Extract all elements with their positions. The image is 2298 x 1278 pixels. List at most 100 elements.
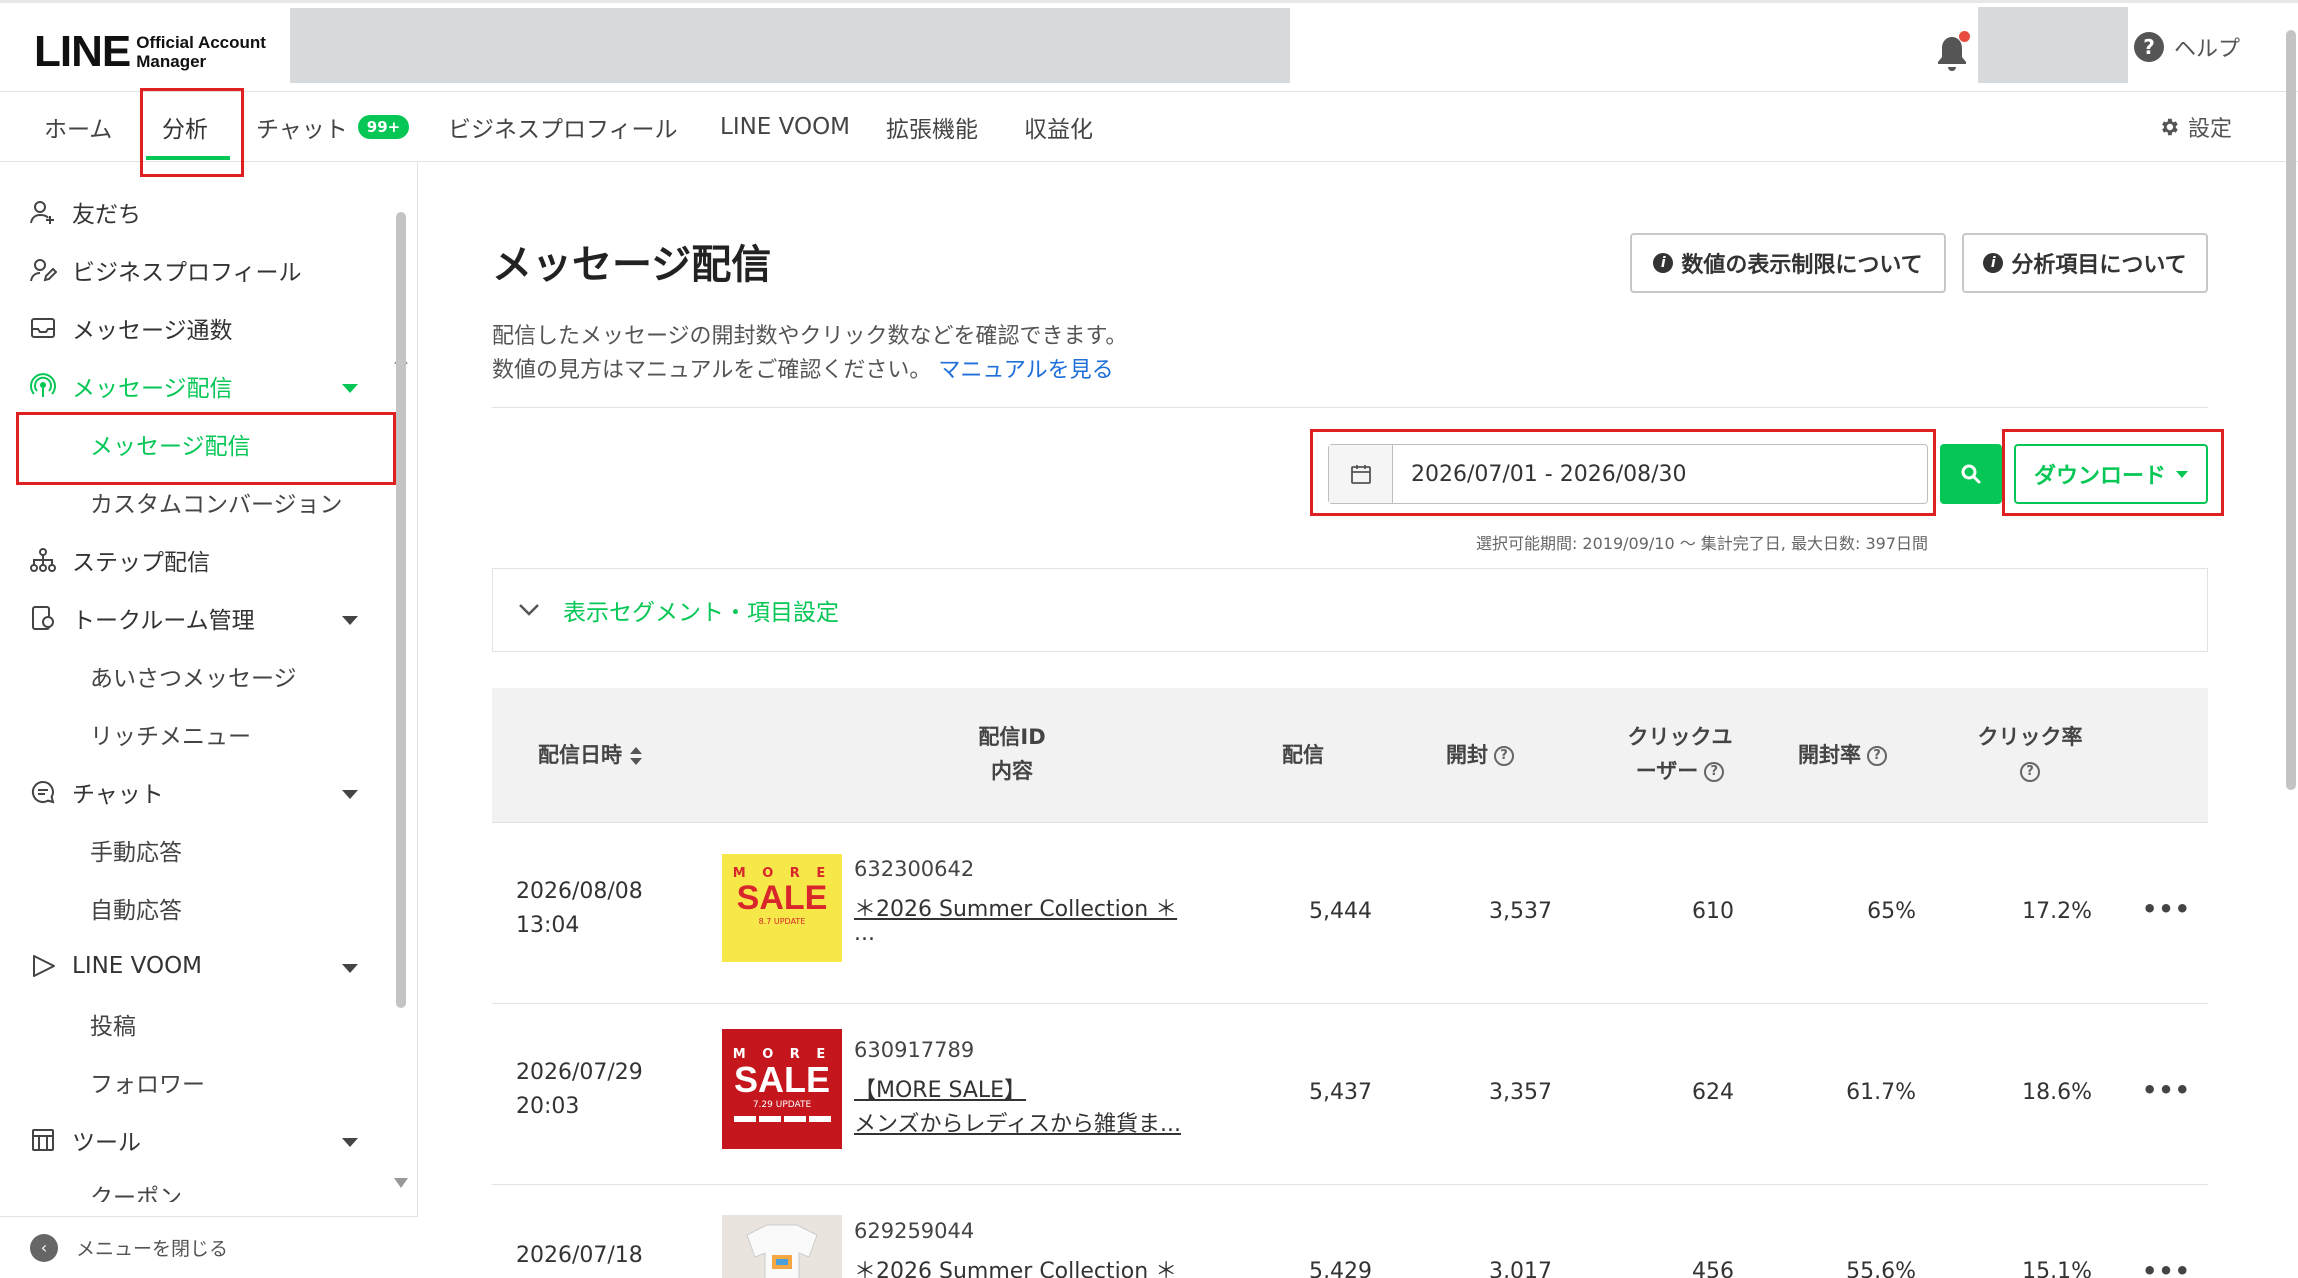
gear-icon [2162,118,2178,136]
inbox-icon [28,313,58,343]
manual-link[interactable]: マニュアルを見る [938,358,1113,383]
sidebar-subitem-greeting[interactable]: あいさつメッセージ [90,656,297,696]
account-selector[interactable] [290,8,1290,83]
close-menu-button[interactable]: ‹ メニューを閉じる [0,1216,418,1278]
chevron-down-icon[interactable] [342,1138,358,1147]
sidebar-item-step-delivery[interactable]: ステップ配信 [28,540,210,580]
search-icon [1961,464,1981,484]
row-time: 13:04 [516,913,580,938]
chat-icon [28,777,58,807]
table-row[interactable]: 2026/07/29 20:03 M O R E SALE 7.29 UPDAT… [492,1004,2208,1185]
row-opened: 3,357 [1489,1080,1552,1105]
row-click-rate: 17.2% [2022,899,2092,924]
message-title[interactable]: 【MORE SALE】 [854,1072,1026,1104]
help-circle-icon[interactable]: ? [1704,762,1725,782]
sidebar-item-friends[interactable]: 友だち [28,192,141,232]
message-id: 632300642 [854,857,975,881]
tab-chat[interactable]: チャット 99+ [256,92,410,162]
sidebar-subitem-coupon[interactable]: クーポン [90,1178,182,1202]
message-id: 629259044 [854,1219,975,1243]
main-nav: ホーム 分析 チャット 99+ ビジネスプロフィール LINE VOOM 拡張機… [0,92,2298,162]
row-date: 2026/07/29 [516,1060,643,1085]
tab-monetization[interactable]: 収益化 [1024,92,1093,162]
col-click-rate: クリック率 ? [1970,720,2090,788]
table-row[interactable]: 2026/07/18 629259044 ＊2026 Summer Collec… [492,1185,2208,1278]
sidebar-item-message-count[interactable]: メッセージ通数 [28,308,233,348]
row-sent: 5,437 [1309,1080,1372,1105]
logo-text: LINE [34,27,131,76]
sidebar-subitem-posts[interactable]: 投稿 [90,1004,136,1044]
row-open-rate: 65% [1867,899,1916,924]
help-circle-icon[interactable]: ? [2020,762,2040,782]
row-date: 2026/08/08 [516,879,643,904]
sort-icon[interactable] [630,746,642,766]
top-bar: LINE Official Account Manager ? ヘルプ [0,0,2298,92]
row-click-users: 624 [1692,1080,1734,1105]
message-title[interactable]: ＊2026 Summer Collection ＊ [854,891,1177,923]
tab-extensions[interactable]: 拡張機能 [886,92,978,162]
sidebar-scrollbar[interactable] [396,212,406,1008]
more-options-icon[interactable]: ••• [2142,895,2191,923]
sidebar-item-tools[interactable]: ツール [28,1120,141,1160]
chevron-down-icon [519,604,539,616]
table-row[interactable]: 2026/08/08 13:04 M O R E SALE 8.7 UPDATE… [492,823,2208,1004]
sidebar-subitem-manual-reply[interactable]: 手動応答 [90,830,182,870]
tab-business-profile[interactable]: ビジネスプロフィール [448,92,678,162]
voom-icon [28,951,58,981]
message-thumbnail[interactable]: M O R E SALE 8.7 UPDATE [722,854,842,962]
highlight-date-range [1310,429,1936,516]
help-circle-icon[interactable]: ? [1867,746,1887,766]
chevron-down-icon[interactable] [342,384,358,393]
message-title[interactable]: ＊2026 Summer Collection ＊ [854,1253,1177,1278]
sidebar-subitem-followers[interactable]: フォロワー [90,1062,205,1102]
page-scrollbar[interactable] [2286,30,2296,790]
col-id-content: 配信ID 内容 [978,725,1046,783]
sidebar-subitem-custom-conversion[interactable]: カスタムコンバージョン [90,482,343,522]
broadcast-icon [28,371,58,401]
chevron-down-icon[interactable] [342,616,358,625]
sidebar-scroll-down[interactable] [394,1178,408,1188]
close-menu-label: メニューを閉じる [76,1238,229,1260]
display-limit-button[interactable]: i 数値の表示制限について [1630,233,1946,293]
sidebar: 友だち ビジネスプロフィール メッセージ通数 メッセージ配信 メッセージ配信 カ… [0,162,418,1278]
sidebar-subitem-rich-menu[interactable]: リッチメニュー [90,714,251,754]
row-opened: 3,017 [1489,1259,1552,1278]
logo-subtext: Official Account Manager [136,33,266,71]
segment-settings-toggle[interactable]: 表示セグメント・項目設定 [492,568,2208,652]
sidebar-item-line-voom[interactable]: LINE VOOM [28,946,202,986]
help-circle-icon[interactable]: ? [1494,746,1514,766]
sidebar-subitem-auto-reply[interactable]: 自動応答 [90,888,182,928]
help-link[interactable]: ? ヘルプ [2134,31,2240,63]
user-profile-area[interactable] [1978,7,2128,83]
message-thumbnail[interactable] [722,1215,842,1278]
more-options-icon[interactable]: ••• [2142,1257,2191,1278]
settings-link[interactable]: 設定 [2158,92,2232,162]
row-click-rate: 18.6% [2022,1080,2092,1105]
line-oa-manager-logo[interactable]: LINE Official Account Manager [34,27,266,77]
row-open-rate: 61.7% [1846,1080,1916,1105]
sidebar-item-business-profile[interactable]: ビジネスプロフィール [28,250,302,290]
notification-bell-icon[interactable] [1930,31,1974,75]
sidebar-item-message-delivery[interactable]: メッセージ配信 [28,366,233,406]
tab-line-voom[interactable]: LINE VOOM [720,92,850,162]
col-date[interactable]: 配信日時 [538,738,642,772]
tool-icon [28,1125,58,1155]
analysis-items-button[interactable]: i 分析項目について [1962,233,2208,293]
thumbnail-tags [722,1116,842,1122]
chevron-down-icon[interactable] [342,790,358,799]
settings-label: 設定 [2188,117,2233,142]
row-sent: 5,444 [1309,899,1372,924]
message-thumbnail[interactable]: M O R E SALE 7.29 UPDATE [722,1029,842,1149]
divider [492,407,2208,408]
help-label: ヘルプ [2174,37,2241,62]
page-title: メッセージ配信 [492,242,772,288]
sidebar-item-chat[interactable]: チャット [28,772,164,812]
tab-home[interactable]: ホーム [44,92,112,162]
sidebar-item-talkroom[interactable]: トークルーム管理 [28,598,255,638]
highlight-download [2002,429,2224,516]
col-opened: 開封? [1446,738,1514,772]
chevron-down-icon[interactable] [342,964,358,973]
col-sent: 配信 [1282,743,1324,767]
search-button[interactable] [1940,444,2002,504]
more-options-icon[interactable]: ••• [2142,1076,2191,1104]
